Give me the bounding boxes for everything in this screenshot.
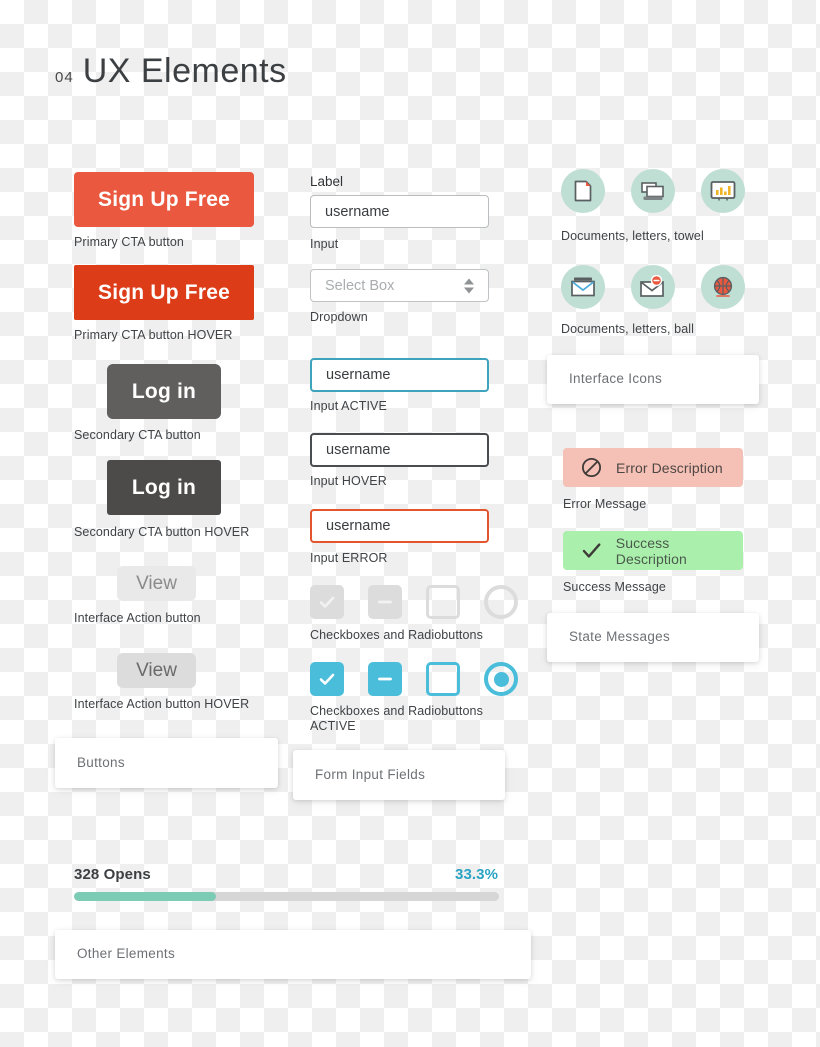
check-icon <box>319 673 335 685</box>
page-title: 04 UX Elements <box>55 52 287 91</box>
letters-stack-icon[interactable] <box>631 169 675 213</box>
checkbox-row-inactive <box>310 585 518 619</box>
primary-cta-button-caption: Primary CTA button <box>74 235 184 249</box>
input-error-caption: Input ERROR <box>310 551 388 565</box>
primary-cta-button-hover-caption: Primary CTA button HOVER <box>74 328 233 342</box>
input-hover-caption: Input HOVER <box>310 474 387 488</box>
progress-percent-label: 33.3% <box>455 866 499 883</box>
secondary-cta-button[interactable]: Log in <box>107 364 221 419</box>
checkbox-empty-active[interactable] <box>426 662 460 696</box>
document-icon[interactable] <box>561 169 605 213</box>
progress-bar-fill <box>74 892 216 901</box>
minus-icon <box>378 677 392 681</box>
progress-title: 328 Opens <box>74 866 151 883</box>
secondary-cta-button-caption: Secondary CTA button <box>74 428 201 442</box>
open-envelope-glyph <box>571 277 595 297</box>
chevron-down-icon <box>464 287 474 293</box>
page-title-text: UX Elements <box>82 52 287 90</box>
messages-card: State Messages <box>547 613 759 662</box>
page-title-number: 04 <box>55 69 74 86</box>
success-message-caption: Success Message <box>563 580 666 594</box>
other-elements-card: Other Elements <box>55 930 531 979</box>
success-message-banner: Success Description <box>563 531 743 570</box>
prohibition-icon <box>581 457 602 478</box>
chart-monitor-glyph <box>710 181 736 201</box>
letters-stack-glyph <box>641 182 664 200</box>
radio-dot <box>493 671 509 687</box>
input-error[interactable] <box>310 509 489 543</box>
input-default-caption: Input <box>310 237 339 251</box>
input-error-field[interactable] <box>326 518 473 534</box>
input-active[interactable] <box>310 358 489 392</box>
radio-button-inactive[interactable] <box>484 585 518 619</box>
error-message-text: Error Description <box>616 459 723 476</box>
icons-row-2-caption: Documents, letters, ball <box>561 322 695 336</box>
error-message-caption: Error Message <box>563 497 647 511</box>
input-hover[interactable] <box>310 433 489 467</box>
form-field-label: Label <box>310 174 344 189</box>
checkbox-row-active <box>310 662 518 696</box>
radio-button-active[interactable] <box>484 662 518 696</box>
input-hover-field[interactable] <box>326 442 473 458</box>
checkbox-indeterminate-active[interactable] <box>368 662 402 696</box>
chart-monitor-icon[interactable] <box>701 169 745 213</box>
basketball-icon[interactable] <box>701 265 745 309</box>
interface-action-button-hover[interactable]: View <box>117 653 196 688</box>
checkbox-checked-active[interactable] <box>310 662 344 696</box>
buttons-card: Buttons <box>55 738 278 788</box>
primary-cta-button[interactable]: Sign Up Free <box>74 172 254 227</box>
interface-action-button[interactable]: View <box>117 566 196 601</box>
icons-row-1-caption: Documents, letters, towel <box>561 229 704 243</box>
chevron-up-icon <box>464 278 474 284</box>
input-active-caption: Input ACTIVE <box>310 399 387 413</box>
progress-bar-track <box>74 892 499 901</box>
select-box-caption: Dropdown <box>310 310 368 324</box>
envelope-notification-icon[interactable] <box>631 265 675 309</box>
secondary-cta-button-hover-caption: Secondary CTA button HOVER <box>74 525 250 539</box>
checkbox-row-inactive-caption: Checkboxes and Radiobuttons <box>310 628 483 642</box>
icons-card-label: Interface Icons <box>569 371 663 386</box>
interface-action-button-hover-caption: Interface Action button HOVER <box>74 697 250 711</box>
input-active-field[interactable] <box>326 367 473 383</box>
messages-card-label: State Messages <box>569 629 671 644</box>
select-box-spinner-icon[interactable] <box>464 278 474 293</box>
select-box-placeholder: Select Box <box>325 277 395 294</box>
checkbox-empty-inactive[interactable] <box>426 585 460 619</box>
secondary-cta-button-hover[interactable]: Log in <box>107 460 221 515</box>
form-card: Form Input Fields <box>293 750 505 800</box>
select-box[interactable]: Select Box <box>310 269 489 302</box>
minus-icon <box>378 600 392 604</box>
check-icon <box>319 596 335 608</box>
form-card-label: Form Input Fields <box>315 767 426 782</box>
basketball-glyph <box>713 276 733 297</box>
document-glyph <box>574 180 592 202</box>
success-message-text: Success Description <box>615 534 687 567</box>
input-default-field[interactable] <box>325 203 474 220</box>
interface-action-button-caption: Interface Action button <box>74 611 201 625</box>
check-icon <box>582 543 601 558</box>
other-elements-card-label: Other Elements <box>77 946 175 961</box>
buttons-card-label: Buttons <box>77 755 125 770</box>
radio-dot <box>494 595 509 610</box>
checkbox-row-active-caption: Checkboxes and Radiobuttons ACTIVE <box>310 704 483 733</box>
open-envelope-icon[interactable] <box>561 265 605 309</box>
error-message-banner: Error Description <box>563 448 743 487</box>
ux-elements-board: 04 UX Elements Buttons Sign Up Free Prim… <box>0 0 820 1047</box>
input-default[interactable] <box>310 195 489 228</box>
icons-card: Interface Icons <box>547 355 759 404</box>
envelope-notification-glyph <box>640 275 664 297</box>
checkbox-checked-inactive[interactable] <box>310 585 344 619</box>
primary-cta-button-hover[interactable]: Sign Up Free <box>74 265 254 320</box>
checkbox-indeterminate-inactive[interactable] <box>368 585 402 619</box>
